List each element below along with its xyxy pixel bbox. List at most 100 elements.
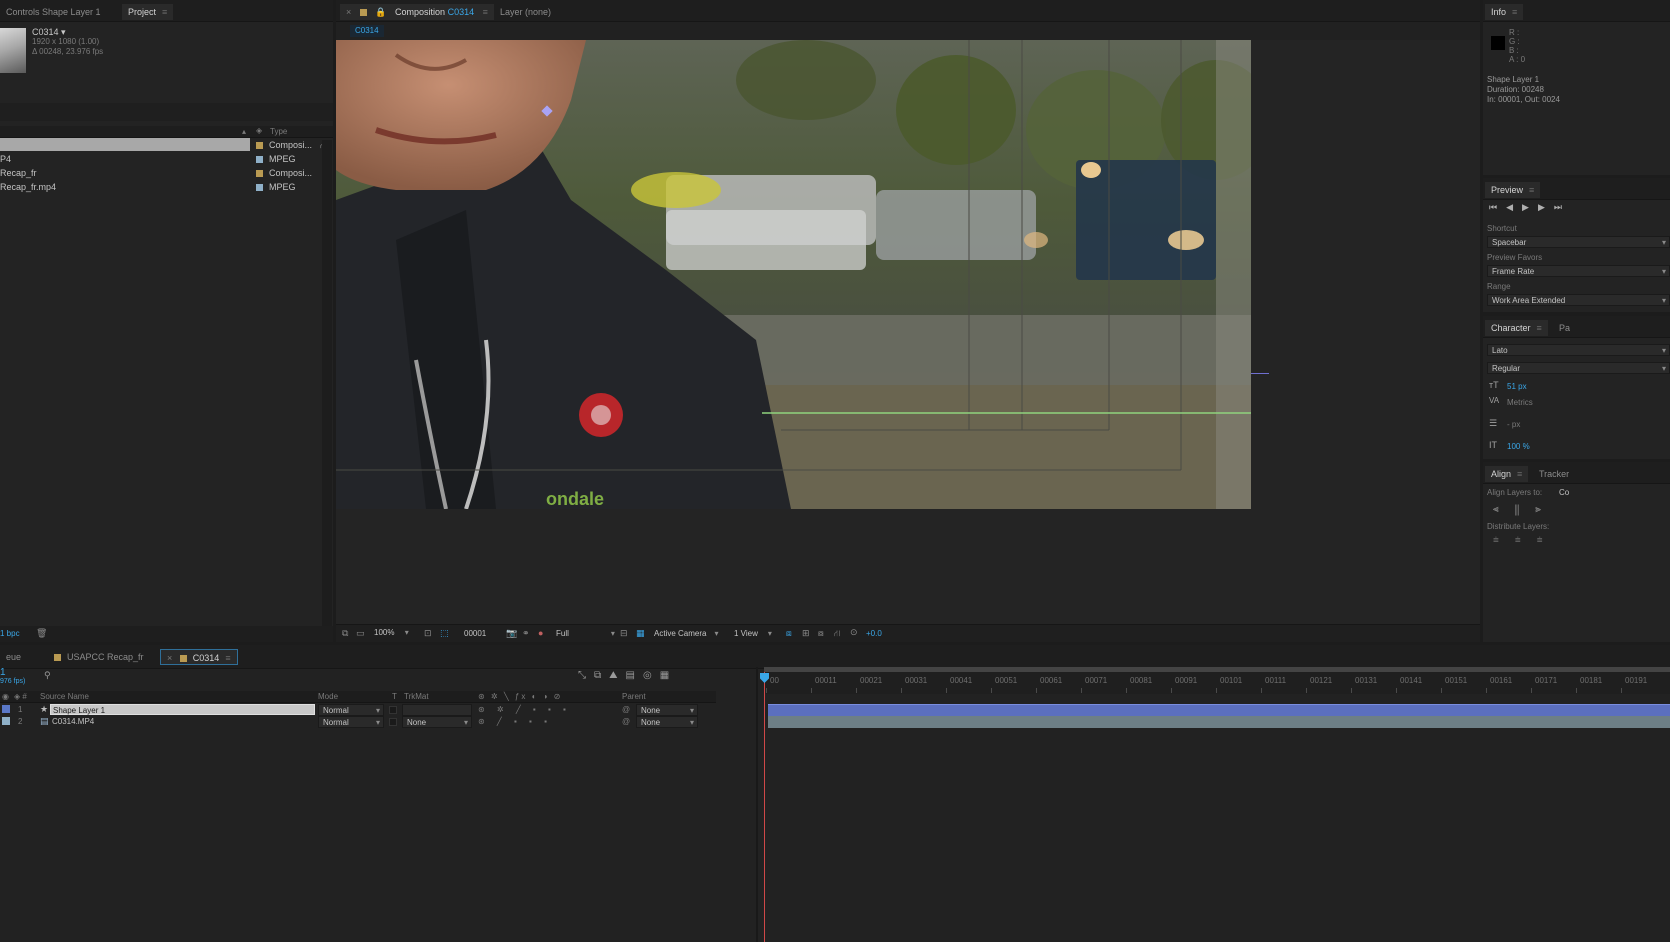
tab-effect-controls[interactable]: Controls Shape Layer 1 [0, 4, 107, 20]
panel-menu-icon[interactable]: ≡ [483, 7, 488, 17]
region-icon[interactable]: ⬚ [440, 628, 449, 639]
layer-switches[interactable]: ⊛ ╱ ▪ ▪ ▪ [478, 717, 552, 726]
render-icon[interactable]: ⧇ [818, 628, 824, 639]
column-type-header[interactable]: Type [270, 127, 287, 136]
bit-depth-button[interactable]: 1 bpc [0, 629, 20, 638]
layer-row[interactable]: 2 ▤ C0314.MP4 Normal None ⊛ ╱ ▪ ▪ ▪ @ No… [0, 716, 716, 729]
flowchart-icon[interactable]: ⛙ [834, 628, 840, 640]
exposure-reset-icon[interactable]: ⊙ [850, 627, 858, 638]
parent-dropdown[interactable]: None [636, 704, 698, 717]
align-to-dropdown[interactable]: Co [1559, 488, 1569, 497]
project-item[interactable]: Recap_fr.mp4 MPEG [0, 180, 333, 194]
align-center-icon[interactable]: ⫼ [1515, 504, 1536, 515]
project-item[interactable]: Composi... ⛙ [0, 138, 333, 152]
distribute-top-icon[interactable]: ⩧ [1493, 535, 1515, 546]
search-icon[interactable]: ⚲ [44, 670, 51, 681]
resolution-dropdown[interactable]: Full ▾ [556, 629, 615, 638]
fit-icon[interactable]: ⊡ [424, 628, 432, 639]
tab-usapcc-recap[interactable]: USAPCC Recap_fr [48, 649, 150, 665]
parent-dropdown[interactable]: None [636, 716, 698, 729]
font-size-value[interactable]: 51 px [1507, 382, 1527, 391]
label-swatch[interactable] [256, 156, 263, 164]
tab-render-queue[interactable]: eue [0, 649, 27, 665]
trkmat-dropdown[interactable]: None [402, 716, 472, 729]
grid-icon[interactable]: ⊞ [802, 628, 810, 639]
layer-name-field[interactable]: Shape Layer 1 [50, 704, 315, 715]
prev-frame-icon[interactable]: ◀ [1506, 202, 1522, 212]
tab-info[interactable]: Info ≡ [1485, 4, 1524, 20]
view-layout-dropdown[interactable]: 1 View ▾ [734, 629, 772, 638]
trkmat-header[interactable]: TrkMat [404, 692, 429, 701]
graph-editor-icon[interactable]: ▦ [660, 670, 677, 681]
tab-character[interactable]: Character ≡ [1485, 320, 1548, 336]
tab-c0314[interactable]: × C0314 ≡ [160, 649, 238, 665]
label-swatch[interactable] [256, 184, 263, 192]
next-frame-icon[interactable]: ▶ [1538, 202, 1554, 212]
tab-preview[interactable]: Preview ≡ [1485, 182, 1541, 198]
parent-pickwhip-icon[interactable]: @ [622, 717, 630, 726]
font-family-dropdown[interactable]: Lato [1487, 344, 1670, 357]
first-frame-icon[interactable]: ⏮ [1489, 202, 1506, 212]
preview-favors-dropdown[interactable]: Frame Rate [1487, 265, 1670, 278]
tab-tracker[interactable]: Tracker [1533, 466, 1575, 482]
comp-flowchart-icon[interactable]: ⤡ [578, 670, 594, 681]
video-switch-icon[interactable] [2, 717, 10, 725]
play-icon[interactable]: ▶ [1522, 202, 1538, 212]
shy-icon[interactable]: ⛰ [609, 670, 625, 681]
layer-switches[interactable]: ⊛ ✲ ╱ ▪ ▪ ▪ [478, 705, 571, 714]
toggle-pixel-aspect-icon[interactable]: ⧈ [786, 628, 792, 639]
show-snapshot-icon[interactable]: ⚭ [522, 628, 530, 639]
video-switch-icon[interactable] [2, 705, 10, 713]
comp-subtab[interactable]: C0314 [350, 25, 384, 37]
layer-bar[interactable] [768, 716, 1670, 728]
distribute-middle-icon[interactable]: ⩧ [1515, 535, 1537, 546]
kerning-value[interactable]: Metrics [1507, 398, 1533, 407]
tab-composition[interactable]: × 🔒 Composition C0314 ≡ [340, 4, 494, 20]
preserve-transparency-checkbox[interactable] [389, 706, 397, 714]
motion-blur-icon[interactable]: ◎ [643, 670, 660, 681]
transparency-grid-icon[interactable]: ▦ [636, 628, 645, 639]
project-scrollbar[interactable] [322, 140, 332, 630]
range-dropdown[interactable]: Work Area Extended [1487, 294, 1670, 307]
parent-header[interactable]: Parent [622, 692, 646, 701]
project-item[interactable]: P4 MPEG [0, 152, 333, 166]
label-swatch[interactable] [256, 142, 263, 150]
draft-3d-icon[interactable]: ⧉ [594, 670, 609, 681]
vertical-scale-value[interactable]: 100 % [1507, 442, 1530, 451]
last-frame-icon[interactable]: ⏭ [1554, 202, 1571, 212]
zoom-dropdown[interactable]: 100% ▾ [374, 628, 409, 637]
align-left-icon[interactable]: ⫷ [1493, 504, 1515, 515]
trash-icon[interactable]: 🗑 [36, 628, 47, 639]
panel-menu-icon[interactable]: ≡ [162, 7, 167, 17]
t-header[interactable]: T [392, 692, 397, 701]
font-style-dropdown[interactable]: Regular [1487, 362, 1670, 375]
close-icon[interactable]: × [346, 7, 351, 17]
source-name-header[interactable]: Source Name [40, 692, 89, 701]
layer-mode-dropdown[interactable]: Normal [318, 704, 384, 717]
layer-row[interactable]: 1 ★ Shape Layer 1 Normal ⊛ ✲ ╱ ▪ ▪ ▪ @ N… [0, 704, 716, 717]
roi-icon[interactable]: ⊟ [620, 628, 628, 639]
monitor-icon[interactable]: ▭ [356, 628, 365, 639]
time-ruler[interactable]: 00 00011 00021 00031 00041 00051 00061 00071 000… [764, 672, 1670, 694]
project-item[interactable]: Recap_fr Composi... [0, 166, 333, 180]
distribute-bottom-icon[interactable]: ⩧ [1537, 535, 1559, 546]
channel-icon[interactable]: ● [538, 628, 543, 638]
layer-mode-dropdown[interactable]: Normal [318, 716, 384, 729]
mode-header[interactable]: Mode [318, 692, 338, 701]
timeline-divider[interactable] [756, 667, 758, 942]
preserve-transparency-checkbox[interactable] [389, 718, 397, 726]
tab-layer[interactable]: Layer (none) [494, 4, 557, 20]
tab-project[interactable]: Project ≡ [122, 4, 174, 20]
tab-align[interactable]: Align ≡ [1485, 466, 1529, 482]
layer-name[interactable]: C0314.MP4 [52, 717, 94, 726]
align-right-icon[interactable]: ⫸ [1535, 504, 1557, 515]
close-icon[interactable]: × [167, 653, 172, 663]
always-preview-icon[interactable]: ⧉ [342, 628, 348, 639]
project-search-strip[interactable] [0, 103, 333, 121]
sort-arrow-icon[interactable]: ▴ [242, 127, 246, 136]
label-swatch[interactable] [256, 170, 263, 178]
label-column-icon[interactable]: ◈ [256, 126, 262, 135]
composition-viewer[interactable]: ondale [336, 40, 1251, 509]
leading-value[interactable]: - px [1507, 420, 1520, 429]
exposure-value[interactable]: +0.0 [866, 629, 882, 638]
